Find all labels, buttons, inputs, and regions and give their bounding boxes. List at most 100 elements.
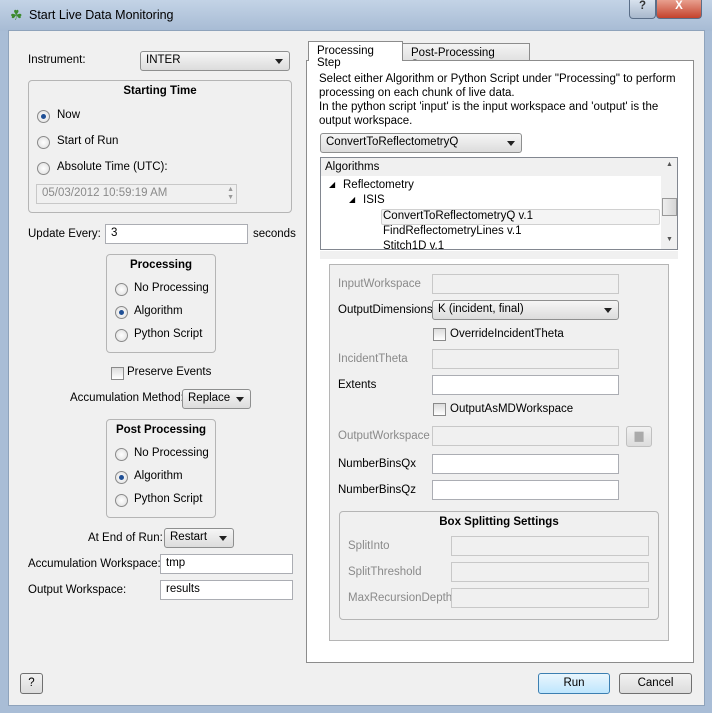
instrument-combo[interactable]: INTER	[140, 51, 290, 71]
input-workspace-label: InputWorkspace	[338, 278, 421, 290]
max-recursion-label: MaxRecursionDepth	[348, 592, 453, 604]
preserve-events-checkbox[interactable]	[111, 367, 124, 380]
title-bar: ☘ Start Live Data Monitoring ? X	[0, 0, 712, 31]
chevron-down-icon	[604, 308, 612, 313]
radio-now[interactable]	[37, 110, 50, 123]
help-button[interactable]: ?	[20, 673, 43, 694]
group-title: Starting Time	[123, 85, 197, 97]
max-recursion-field[interactable]	[451, 588, 649, 608]
expand-arrow-icon[interactable]: ◢	[349, 195, 355, 204]
update-every-label: Update Every:	[28, 228, 101, 240]
end-of-run-label: At End of Run:	[88, 532, 163, 544]
tree-header: Algorithms	[321, 158, 661, 176]
combo-value: K (incident, final)	[438, 303, 524, 315]
split-threshold-field[interactable]	[451, 562, 649, 582]
seconds-label: seconds	[253, 228, 296, 240]
radio-algorithm[interactable]	[115, 306, 128, 319]
group-title: Box Splitting Settings	[439, 516, 559, 528]
output-workspace-input[interactable]: results	[160, 580, 293, 600]
accumulation-method-combo[interactable]: Replace	[182, 389, 251, 409]
output-as-md-checkbox[interactable]	[433, 403, 446, 416]
radio-label: Now	[57, 109, 81, 121]
update-every-input[interactable]: 3	[105, 224, 248, 244]
radio-label: Python Script	[134, 328, 203, 340]
accumulation-method-label: Accumulation Method:	[70, 392, 184, 404]
radio-no-processing[interactable]	[115, 283, 128, 296]
datetime-value: 05/03/2012 10:59:19 AM	[42, 187, 168, 199]
output-workspace-label: Output Workspace:	[28, 584, 127, 596]
tree-item[interactable]: Stitch1D v.1	[383, 240, 444, 249]
bins-qx-label: NumberBinsQx	[338, 458, 416, 470]
radio-post-algorithm[interactable]	[115, 471, 128, 484]
end-of-run-combo[interactable]: Restart	[164, 528, 234, 548]
output-dimensions-label: OutputDimensions	[338, 304, 433, 316]
bins-qx-field[interactable]	[432, 454, 619, 474]
close-button[interactable]: X	[656, 0, 702, 19]
accumulation-workspace-input[interactable]: tmp	[160, 554, 293, 574]
tree-hscroll	[320, 251, 678, 259]
radio-label: No Processing	[134, 447, 209, 459]
incident-theta-label: IncidentTheta	[338, 353, 408, 365]
radio-label: No Processing	[134, 282, 209, 294]
radio-post-python-script[interactable]	[115, 494, 128, 507]
expand-arrow-icon[interactable]: ◢	[329, 180, 335, 189]
description-text: Select either Algorithm or Python Script…	[319, 72, 676, 128]
window-title: Start Live Data Monitoring	[29, 8, 174, 22]
chevron-down-icon	[507, 141, 515, 146]
description-line: processing on each chunk of live data.	[319, 87, 515, 99]
instrument-value: INTER	[146, 54, 181, 66]
tab-post-processing-step[interactable]: Post-Processing Step	[402, 43, 530, 71]
scroll-up-icon[interactable]: ▲	[666, 161, 673, 168]
datetime-field[interactable]: 05/03/2012 10:59:19 AM ▲ ▼	[36, 184, 237, 204]
accumulation-workspace-label: Accumulation Workspace:	[28, 558, 161, 570]
database-icon: ▆	[634, 430, 644, 442]
radio-label: Absolute Time (UTC):	[57, 161, 168, 173]
algorithm-combo[interactable]: ConvertToReflectometryQ	[320, 133, 522, 153]
radio-post-no-processing[interactable]	[115, 448, 128, 461]
combo-value: ConvertToReflectometryQ	[326, 136, 459, 148]
combo-value: Replace	[188, 392, 231, 404]
spin-arrows-icon[interactable]: ▲ ▼	[227, 186, 234, 202]
scrollbar-thumb[interactable]	[662, 198, 677, 216]
description-line: Select either Algorithm or Python Script…	[319, 73, 676, 85]
extents-field[interactable]	[432, 375, 619, 395]
instrument-label: Instrument:	[28, 54, 86, 66]
run-button[interactable]: Run	[538, 673, 610, 694]
group-title: Post Processing	[115, 424, 207, 436]
tree-item[interactable]: ISIS	[363, 194, 385, 206]
tab-processing-step[interactable]: Processing Step	[308, 41, 403, 69]
chevron-down-icon	[219, 536, 227, 541]
scroll-down-icon[interactable]: ▼	[666, 236, 673, 243]
algorithm-tree[interactable]: Algorithms ◢ Reflectometry ◢ ISIS Conver…	[320, 157, 678, 250]
split-threshold-label: SplitThreshold	[348, 566, 422, 578]
combo-value: Restart	[170, 531, 208, 543]
tree-item[interactable]: FindReflectometryLines v.1	[383, 225, 521, 237]
description-line: In the python script 'input' is the inpu…	[319, 101, 659, 113]
tree-scrollbar[interactable]: ▲ ▼	[661, 158, 677, 249]
output-dimensions-combo[interactable]: K (incident, final)	[432, 300, 619, 320]
incident-theta-field[interactable]	[432, 349, 619, 369]
help-title-button[interactable]: ?	[629, 0, 656, 19]
preserve-events-label: Preserve Events	[127, 366, 212, 378]
radio-absolute-time[interactable]	[37, 162, 50, 175]
override-incident-theta-checkbox[interactable]	[433, 328, 446, 341]
radio-python-script[interactable]	[115, 329, 128, 342]
bins-qz-field[interactable]	[432, 480, 619, 500]
prop-output-workspace-label: OutputWorkspace	[338, 430, 430, 442]
input-workspace-field[interactable]	[432, 274, 619, 294]
browse-button[interactable]: ▆	[626, 426, 652, 447]
bins-qz-label: NumberBinsQz	[338, 484, 416, 496]
group-title: Processing	[130, 259, 192, 271]
chevron-down-icon	[236, 397, 244, 402]
radio-start-of-run[interactable]	[37, 136, 50, 149]
tree-item[interactable]: ConvertToReflectometryQ v.1	[383, 210, 533, 222]
cancel-button[interactable]: Cancel	[619, 673, 692, 694]
chevron-down-icon	[275, 59, 283, 64]
radio-label: Algorithm	[134, 305, 183, 317]
split-into-label: SplitInto	[348, 540, 390, 552]
tree-item[interactable]: Reflectometry	[343, 179, 414, 191]
radio-label: Start of Run	[57, 135, 119, 147]
prop-output-workspace-field[interactable]	[432, 426, 619, 446]
extents-label: Extents	[338, 379, 377, 391]
split-into-field[interactable]	[451, 536, 649, 556]
